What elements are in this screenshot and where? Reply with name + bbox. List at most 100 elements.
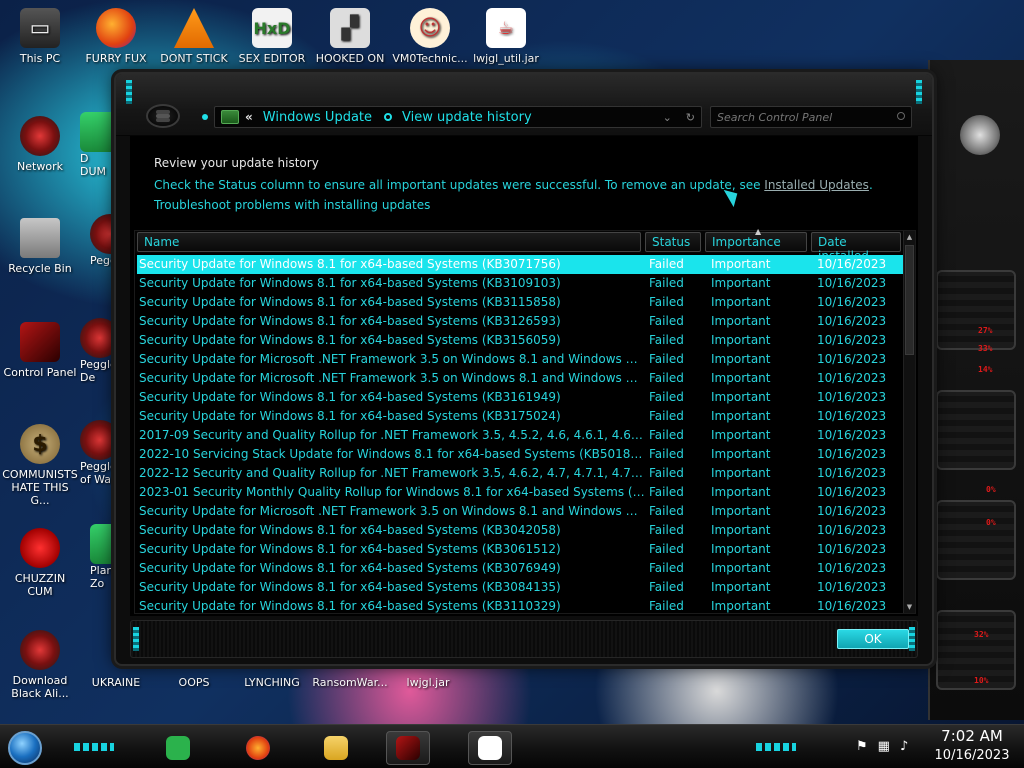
table-row[interactable]: 2017-09 Security and Quality Rollup for … xyxy=(137,426,903,445)
feedly-icon xyxy=(166,736,190,760)
desktop-icon-label: Control Panel xyxy=(3,366,77,379)
cell-importance: Important xyxy=(711,257,771,271)
table-row[interactable]: 2022-12 Security and Quality Rollup for … xyxy=(137,464,903,483)
breadcrumb-view-update-history[interactable]: View update history xyxy=(402,110,532,125)
table-row[interactable]: Security Update for Windows 8.1 for x64-… xyxy=(137,578,903,597)
taskbar-control-panel[interactable] xyxy=(386,731,430,765)
installed-updates-link[interactable]: Installed Updates xyxy=(764,178,869,192)
desktop-icon-recycle-bin[interactable]: Recycle Bin xyxy=(2,218,78,275)
cell-name: Security Update for Windows 8.1 for x64-… xyxy=(139,276,561,290)
taskbar-file-explorer[interactable] xyxy=(314,731,358,765)
gauge-readout: 32% xyxy=(974,630,989,639)
scroll-down-icon[interactable]: ▼ xyxy=(905,602,914,612)
cell-name: Security Update for Windows 8.1 for x64-… xyxy=(139,257,561,271)
taskbar-clock[interactable]: 7:02 AM 10/16/2023 xyxy=(930,727,1014,765)
table-row[interactable]: Security Update for Windows 8.1 for x64-… xyxy=(137,274,903,293)
desktop-icon-lwjgl-util[interactable]: ☕ lwjgl_util.jar xyxy=(468,8,544,65)
cell-status: Failed xyxy=(649,409,684,423)
gauge-readout: 14% xyxy=(978,365,993,374)
cell-importance: Important xyxy=(711,447,771,461)
gauge-readout: 33% xyxy=(978,344,993,353)
table-row[interactable]: Security Update for Windows 8.1 for x64-… xyxy=(137,407,903,426)
desktop-icon-lwjgl-jar[interactable]: lwjgl.jar xyxy=(390,676,466,689)
table-row[interactable]: Security Update for Windows 8.1 for x64-… xyxy=(137,521,903,540)
table-row[interactable]: Security Update for Windows 8.1 for x64-… xyxy=(137,388,903,407)
breadcrumb-windows-update[interactable]: Windows Update xyxy=(263,110,372,125)
table-row[interactable]: Security Update for Microsoft .NET Frame… xyxy=(137,350,903,369)
taskbar-feedly[interactable] xyxy=(156,731,200,765)
table-row[interactable]: Security Update for Windows 8.1 for x64-… xyxy=(137,540,903,559)
scroll-thumb[interactable] xyxy=(905,245,914,355)
cell-importance: Important xyxy=(711,466,771,480)
cell-status: Failed xyxy=(649,599,684,613)
desktop-icon-hooked-on[interactable]: ▞ HOOKED ON xyxy=(312,8,388,65)
desktop-icon-network[interactable]: Network xyxy=(2,116,78,173)
troubleshoot-link[interactable]: Troubleshoot problems with installing up… xyxy=(154,198,430,212)
address-bar[interactable]: « Windows Update View update history ⌄ ↻ xyxy=(214,106,702,128)
desktop-icon-sex-editor[interactable]: HxD SEX EDITOR xyxy=(234,8,310,65)
table-row[interactable]: 2023-01 Security Monthly Quality Rollup … xyxy=(137,483,903,502)
table-header: Name Status Importance Date installed xyxy=(135,231,905,263)
desktop-icon-ransomware[interactable]: RansomWar... xyxy=(312,676,388,689)
desktop-icon-dum[interactable]: D DUM xyxy=(80,112,116,178)
table-row[interactable]: Security Update for Windows 8.1 for x64-… xyxy=(137,559,903,578)
table-row[interactable]: Security Update for Windows 8.1 for x64-… xyxy=(137,312,903,331)
app-icon xyxy=(80,112,116,152)
cell-date: 10/16/2023 xyxy=(817,314,887,328)
sort-indicator-icon: ▲ xyxy=(755,227,762,236)
cell-importance: Important xyxy=(711,485,771,499)
desktop-icon-label: SEX EDITOR xyxy=(238,52,306,65)
search-box[interactable] xyxy=(710,106,912,128)
breadcrumb-root[interactable]: « xyxy=(245,110,253,124)
network-tray-icon[interactable]: ▦ xyxy=(878,739,890,754)
cell-name: Security Update for Windows 8.1 for x64-… xyxy=(139,390,561,404)
desktop-icon-label: RansomWar... xyxy=(312,676,388,689)
volume-icon[interactable]: ♪ xyxy=(900,739,908,754)
desktop-icon-dont-stick[interactable]: DONT STICK xyxy=(156,8,232,65)
table-row[interactable]: Security Update for Windows 8.1 for x64-… xyxy=(137,293,903,312)
desktop-icon-control-panel[interactable]: Control Panel xyxy=(2,322,78,379)
table-row[interactable]: Security Update for Microsoft .NET Frame… xyxy=(137,369,903,388)
column-header-name[interactable]: Name xyxy=(137,232,641,252)
cell-importance: Important xyxy=(711,409,771,423)
table-row[interactable]: Security Update for Windows 8.1 for x64-… xyxy=(137,255,903,274)
desktop-icon-ukraine[interactable]: UKRAINE xyxy=(78,676,154,689)
search-input[interactable] xyxy=(717,111,905,124)
vertical-scrollbar[interactable]: ▲ ▼ xyxy=(903,231,915,613)
chevron-down-icon[interactable]: ⌄ xyxy=(663,111,672,124)
desktop-icon-download-black-ali[interactable]: Download Black Ali... xyxy=(2,630,78,700)
scroll-up-icon[interactable]: ▲ xyxy=(905,232,914,242)
table-row[interactable]: 2022-10 Servicing Stack Update for Windo… xyxy=(137,445,903,464)
refresh-icon[interactable]: ↻ xyxy=(686,111,695,124)
desktop-icon-peggle-de[interactable]: Peggle De xyxy=(80,318,116,384)
desktop-icon-lynching[interactable]: LYNCHING xyxy=(234,676,310,689)
cell-status: Failed xyxy=(649,504,684,518)
gauge-readout: 27% xyxy=(978,326,993,335)
back-forward-button[interactable] xyxy=(146,104,180,128)
search-icon[interactable] xyxy=(897,112,905,120)
desktop-icon-oops[interactable]: OOPS xyxy=(156,676,232,689)
main-content: Review your update history Check the Sta… xyxy=(130,136,918,616)
desktop-icon-vm0technic[interactable]: ☺ VM0Technic... xyxy=(392,8,468,65)
ok-button[interactable]: OK xyxy=(837,629,909,649)
cell-importance: Important xyxy=(711,504,771,518)
table-row[interactable]: Security Update for Windows 8.1 for x64-… xyxy=(137,331,903,350)
desktop-icon-peggle[interactable]: Peggle xyxy=(90,214,116,267)
taskbar-java[interactable] xyxy=(468,731,512,765)
cell-name: Security Update for Windows 8.1 for x64-… xyxy=(139,561,561,575)
desktop-icon-label: This PC xyxy=(19,52,61,65)
column-header-date-installed[interactable]: Date installed xyxy=(811,232,901,263)
taskbar-firefox[interactable] xyxy=(236,731,280,765)
column-header-status[interactable]: Status xyxy=(645,232,701,252)
desktop-icon-peggle-wa[interactable]: Peggle of Wa xyxy=(80,420,116,486)
cell-date: 10/16/2023 xyxy=(817,599,887,613)
desktop-icon-furry-fux[interactable]: FURRY FUX xyxy=(78,8,154,65)
table-row[interactable]: Security Update for Windows 8.1 for x64-… xyxy=(137,597,903,616)
table-row[interactable]: Security Update for Microsoft .NET Frame… xyxy=(137,502,903,521)
start-button[interactable] xyxy=(8,731,42,765)
flag-icon[interactable]: ⚑ xyxy=(856,739,868,754)
desktop-icon-chuzzin[interactable]: CHUZZIN CUM xyxy=(2,528,78,598)
desktop-icon-communists[interactable]: $ COMMUNISTS HATE THIS G... xyxy=(2,424,78,507)
desktop-icon-plants-zombies[interactable]: Plan Zo xyxy=(90,524,116,590)
desktop-icon-this-pc[interactable]: ▭ This PC xyxy=(2,8,78,65)
